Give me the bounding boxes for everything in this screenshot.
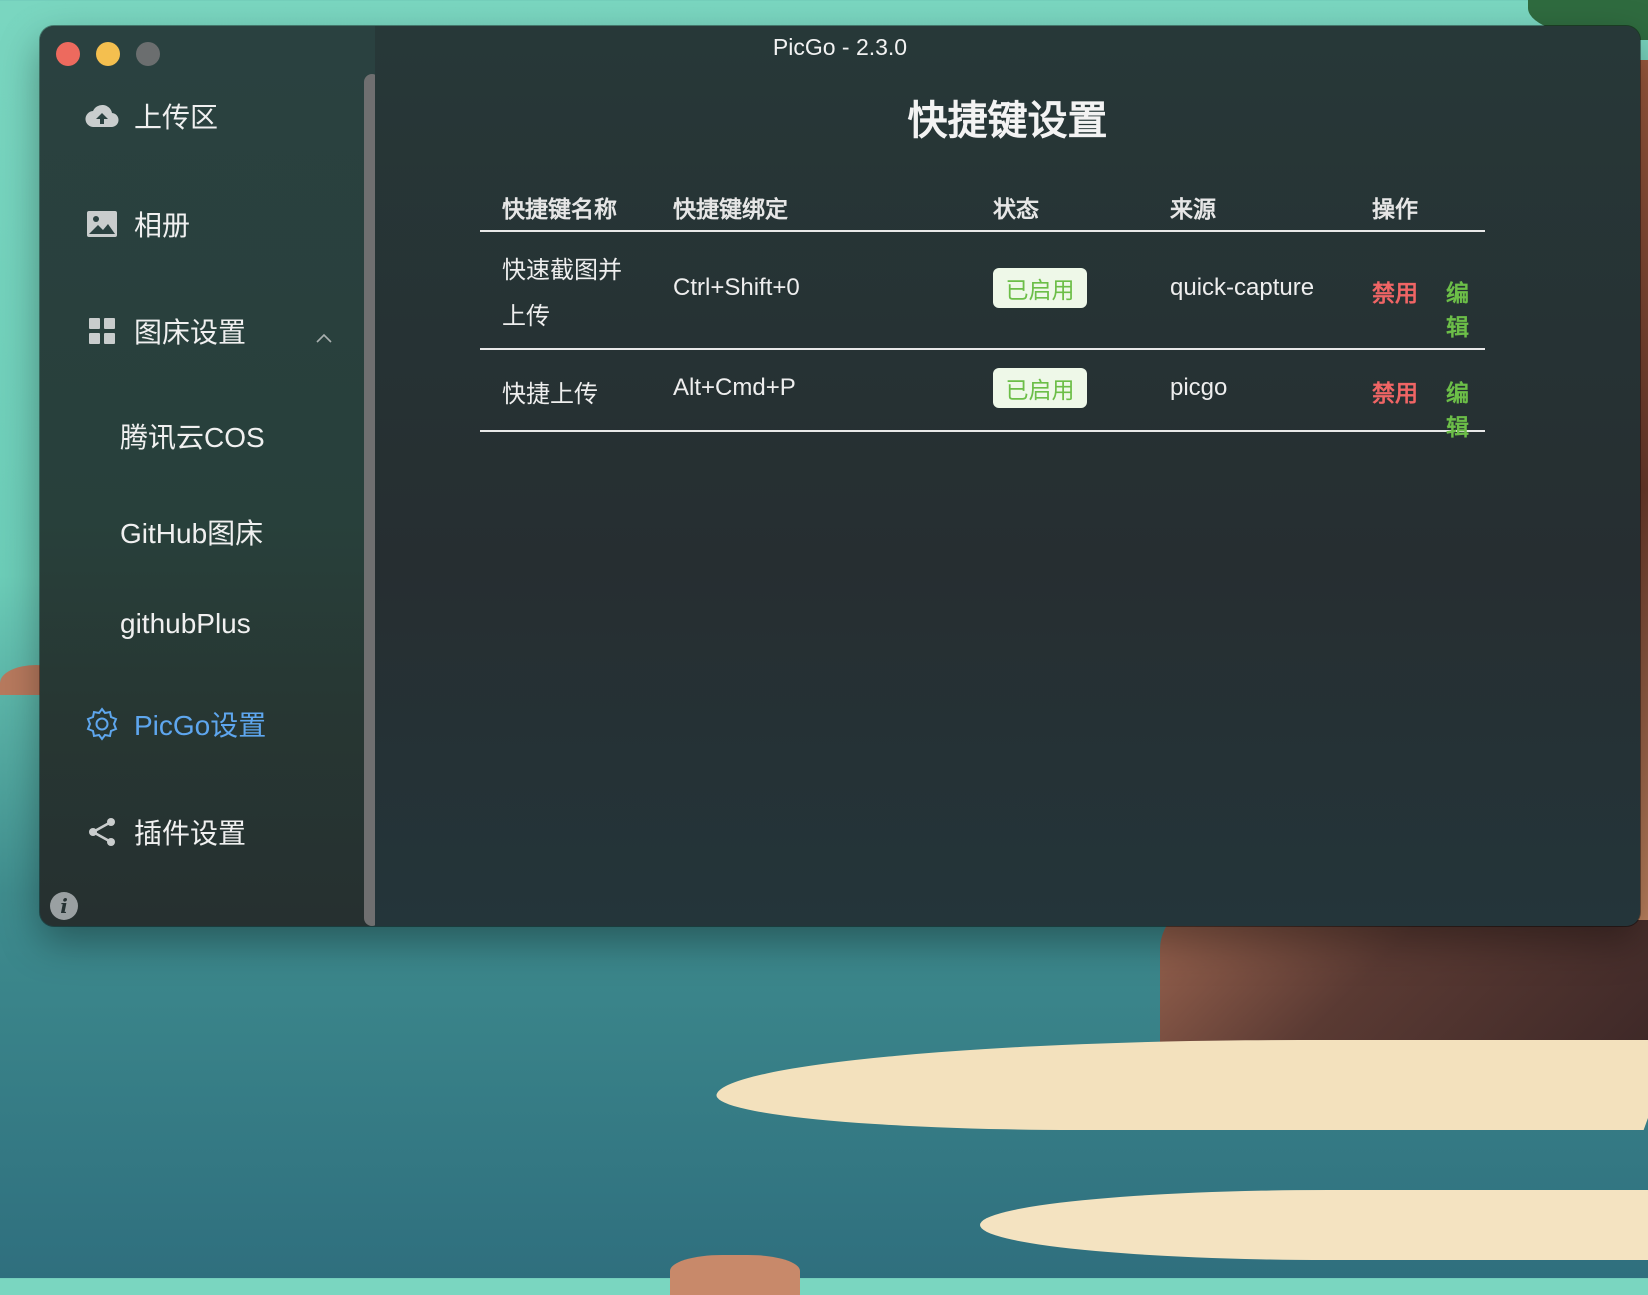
wallpaper-rock-bottom (670, 1255, 800, 1295)
sidebar-subitem-githubplus[interactable]: githubPlus (120, 608, 251, 640)
sidebar-item-picgo-settings[interactable]: PicGo设置 (84, 704, 266, 744)
sidebar-item-image-host-settings[interactable]: 图床设置 (84, 311, 246, 351)
grid-icon (84, 313, 120, 349)
picture-icon (84, 206, 120, 242)
table-header: 快捷键名称 快捷键绑定 状态 来源 操作 (480, 176, 1485, 232)
sidebar-item-label: 图床设置 (134, 317, 247, 348)
main-content (375, 26, 1640, 926)
gear-icon (84, 706, 120, 742)
shortcut-source: picgo (1170, 374, 1228, 401)
edit-button[interactable]: 编辑 (1446, 274, 1485, 342)
sidebar: 上传区 相册 图床设置 腾讯云COS GitHub图床 githubPlus P… (40, 26, 375, 926)
column-header-binding: 快捷键绑定 (673, 196, 788, 222)
sidebar-subitem-tencent-cos[interactable]: 腾讯云COS (120, 416, 265, 456)
table-row: 快速截图并 上传 Ctrl+Shift+0 已启用 quick-capture … (480, 232, 1485, 350)
shortcut-binding: Alt+Cmd+P (673, 374, 796, 401)
status-badge: 已启用 (993, 368, 1087, 408)
sidebar-item-plugin-settings[interactable]: 插件设置 (84, 812, 246, 852)
page-title: 快捷键设置 (907, 99, 1108, 143)
column-header-status: 状态 (993, 196, 1039, 222)
sidebar-item-upload[interactable]: 上传区 (84, 96, 218, 136)
status-badge: 已启用 (993, 268, 1087, 308)
cloud-upload-icon (84, 98, 120, 134)
chevron-up-icon[interactable] (316, 331, 332, 347)
column-header-name: 快捷键名称 (502, 196, 617, 222)
shortcut-binding: Ctrl+Shift+0 (673, 274, 800, 301)
sidebar-item-gallery[interactable]: 相册 (84, 204, 190, 244)
wallpaper-sand-lower (980, 1190, 1648, 1260)
info-icon[interactable]: i (50, 892, 78, 920)
share-icon (84, 814, 120, 850)
sidebar-item-label: 相册 (134, 210, 191, 241)
disable-button[interactable]: 禁用 (1372, 374, 1418, 408)
window-title: PicGo - 2.3.0 (772, 34, 908, 60)
disable-button[interactable]: 禁用 (1372, 274, 1418, 308)
shortcut-name-continued: 上传 (502, 303, 550, 330)
sidebar-item-label: PicGo设置 (134, 710, 267, 741)
column-header-source: 来源 (1170, 196, 1216, 222)
shortcut-name: 快速截图并 (502, 257, 622, 284)
sidebar-item-label: 上传区 (134, 102, 219, 133)
app-window: 上传区 相册 图床设置 腾讯云COS GitHub图床 githubPlus P… (40, 26, 1640, 926)
edit-button[interactable]: 编辑 (1446, 374, 1485, 442)
table-row: 快捷上传 Alt+Cmd+P 已启用 picgo 禁用 编辑 (480, 350, 1485, 440)
shortcut-source: quick-capture (1170, 274, 1315, 301)
sidebar-item-label: 插件设置 (134, 818, 247, 849)
sidebar-subitem-github[interactable]: GitHub图床 (120, 512, 263, 552)
shortcut-name: 快捷上传 (502, 381, 598, 408)
column-header-actions: 操作 (1372, 196, 1418, 222)
shortcut-table: 快捷键名称 快捷键绑定 状态 来源 操作 快速截图并 上传 Ctrl+Shift… (480, 176, 1485, 440)
